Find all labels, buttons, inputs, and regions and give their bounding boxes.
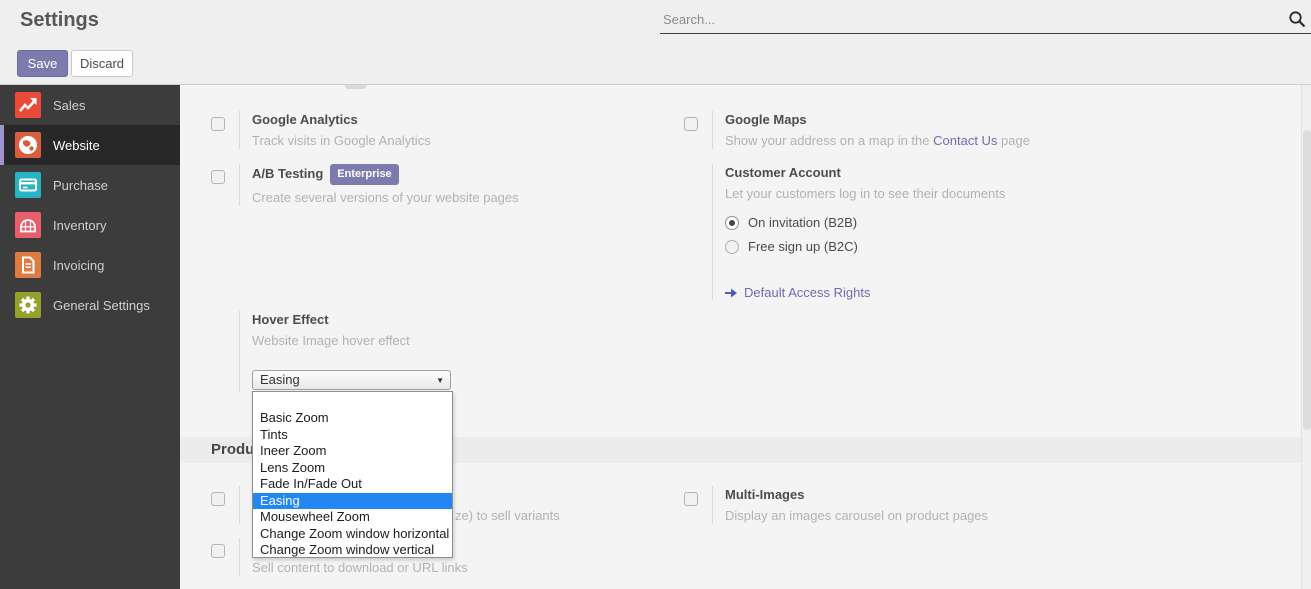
website-globe-icon <box>15 132 41 158</box>
header: Settings Save Discard <box>0 0 1311 85</box>
gear-icon <box>15 292 41 318</box>
sidebar-item-label: Website <box>53 138 100 153</box>
dropdown-option[interactable]: Ineer Zoom <box>253 443 452 460</box>
sidebar-item-label: Inventory <box>53 218 106 233</box>
chevron-down-icon: ▼ <box>436 376 444 385</box>
sidebar-item-purchase[interactable]: Purchase <box>0 165 180 205</box>
sidebar-item-invoicing[interactable]: Invoicing <box>0 245 180 285</box>
contact-us-link[interactable]: Contact Us <box>933 133 997 148</box>
sidebar: Sales Website Purchase <box>0 85 180 589</box>
sidebar-item-label: Invoicing <box>53 258 104 273</box>
hover-effect-select[interactable]: Easing ▼ <box>252 370 451 390</box>
sidebar-item-website[interactable]: Website <box>0 125 180 165</box>
setting-row-google-maps: Google Maps Show your address on a map i… <box>668 111 1268 149</box>
multi-images-checkbox[interactable] <box>684 492 698 506</box>
dropdown-option[interactable]: Basic Zoom <box>253 410 452 427</box>
dropdown-option[interactable]: Fade In/Fade Out <box>253 476 452 493</box>
ab-testing-desc: Create several versions of your website … <box>252 190 519 206</box>
google-maps-title: Google Maps <box>725 111 1030 128</box>
customer-account-desc: Let your customers log in to see their d… <box>725 186 1005 202</box>
invoicing-document-icon <box>15 252 41 278</box>
dropdown-option[interactable]: Easing <box>253 493 452 510</box>
ab-testing-title: A/B Testing <box>252 166 323 181</box>
attributes-checkbox[interactable] <box>211 492 225 506</box>
digital-content-checkbox[interactable] <box>211 544 225 558</box>
enterprise-badge: Enterprise <box>330 164 398 185</box>
sidebar-item-sales[interactable]: Sales <box>0 85 180 125</box>
inventory-building-icon <box>15 212 41 238</box>
right-arrow-icon <box>725 287 738 299</box>
multi-images-desc: Display an images carousel on product pa… <box>725 508 988 524</box>
default-access-rights-link[interactable]: Default Access Rights <box>725 285 1005 300</box>
setting-row-multi-images: Multi-Images Display an images carousel … <box>668 486 1268 524</box>
multi-images-title: Multi-Images <box>725 486 988 503</box>
sidebar-item-general-settings[interactable]: General Settings <box>0 285 180 325</box>
page-title: Settings <box>20 9 99 32</box>
discard-button[interactable]: Discard <box>71 50 133 77</box>
dropdown-option[interactable]: Change Zoom window horizontal <box>253 526 452 543</box>
dropdown-option[interactable]: Mousewheel Zoom <box>253 509 452 526</box>
dropdown-option[interactable] <box>253 392 452 410</box>
hover-effect-dropdown: Basic ZoomTintsIneer ZoomLens ZoomFade I… <box>252 391 453 558</box>
google-analytics-desc: Track visits in Google Analytics <box>252 133 431 149</box>
google-analytics-title: Google Analytics <box>252 111 431 128</box>
search-input[interactable] <box>663 7 1285 31</box>
settings-content: Google Analytics Track visits in Google … <box>180 85 1311 589</box>
sidebar-item-label: Purchase <box>53 178 108 193</box>
radio-button[interactable] <box>725 216 739 230</box>
hover-effect-desc: Website Image hover effect <box>252 333 410 349</box>
scrollbar-thumb[interactable] <box>1303 130 1311 430</box>
google-maps-checkbox[interactable] <box>684 117 698 131</box>
cut-off-element <box>345 85 366 89</box>
radio-on-invitation-b2b[interactable]: On invitation (B2B) <box>725 215 1005 230</box>
dropdown-option[interactable]: Tints <box>253 427 452 444</box>
radio-free-sign-up-b2c[interactable]: Free sign up (B2C) <box>725 239 1005 254</box>
vertical-scrollbar <box>1301 85 1311 589</box>
digital-content-desc: Sell content to download or URL links <box>252 560 468 576</box>
dropdown-option[interactable]: Lens Zoom <box>253 460 452 477</box>
customer-account-radios: On invitation (B2B) Free sign up (B2C) <box>725 215 1005 254</box>
radio-button[interactable] <box>725 240 739 254</box>
sidebar-item-inventory[interactable]: Inventory <box>0 205 180 245</box>
ab-testing-checkbox[interactable] <box>211 170 225 184</box>
hover-effect-title: Hover Effect <box>252 311 410 328</box>
save-button[interactable]: Save <box>17 50 68 77</box>
purchase-card-icon <box>15 172 41 198</box>
search-bar <box>660 5 1311 34</box>
google-analytics-checkbox[interactable] <box>211 117 225 131</box>
setting-row-google-analytics: Google Analytics Track visits in Google … <box>195 111 655 149</box>
search-icon[interactable] <box>1288 10 1306 28</box>
setting-row-ab-testing: A/B Testing Enterprise Create several ver… <box>195 164 655 206</box>
settings-app: Settings Save Discard Sales <box>0 0 1311 589</box>
customer-account-title: Customer Account <box>725 164 1005 181</box>
dropdown-option[interactable]: Change Zoom window vertical <box>253 542 452 559</box>
sidebar-item-label: Sales <box>53 98 86 113</box>
sales-chart-icon <box>15 92 41 118</box>
setting-row-customer-account: Customer Account Let your customers log … <box>668 164 1268 300</box>
sidebar-item-label: General Settings <box>53 298 150 313</box>
